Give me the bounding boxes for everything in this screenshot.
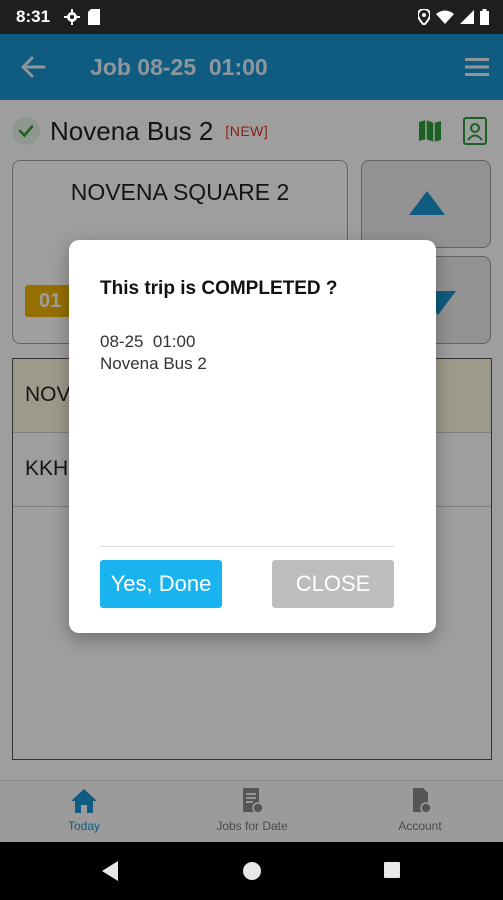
close-button[interactable]: CLOSE <box>272 560 394 608</box>
confirm-dialog: This trip is COMPLETED ? 08-25 01:00 Nov… <box>69 240 436 633</box>
dialog-title: This trip is COMPLETED ? <box>100 278 338 299</box>
dialog-divider <box>100 546 394 547</box>
system-home-icon[interactable] <box>242 861 262 881</box>
signal-icon <box>460 10 474 24</box>
dialog-trip-time: 08-25 01:00 <box>100 332 196 351</box>
system-nav-bar <box>0 842 503 900</box>
system-back-icon[interactable] <box>100 861 120 881</box>
yes-done-button[interactable]: Yes, Done <box>100 560 222 608</box>
battery-icon <box>480 9 489 25</box>
sd-card-icon <box>88 9 100 25</box>
gear-icon <box>64 9 80 25</box>
location-icon <box>418 9 430 25</box>
status-time: 8:31 <box>16 7 51 26</box>
system-recents-icon[interactable] <box>383 861 401 879</box>
status-bar: 8:31 <box>0 0 503 34</box>
wifi-icon <box>436 10 454 24</box>
dialog-trip-name: Novena Bus 2 <box>100 354 207 373</box>
